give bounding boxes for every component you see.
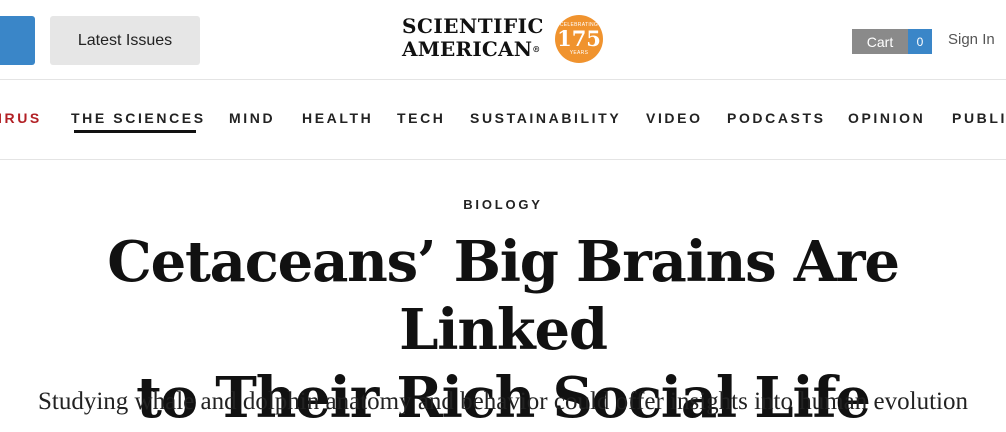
sign-in-link[interactable]: Sign In bbox=[948, 31, 995, 48]
logo-line-2: AMERICAN® bbox=[402, 37, 541, 61]
nav-item-mind[interactable]: MIND bbox=[229, 110, 275, 126]
menu-button[interactable] bbox=[0, 16, 35, 65]
latest-issues-button[interactable]: Latest Issues bbox=[50, 16, 200, 65]
headline-line-1: Cetaceans’ Big Brains Are Linked bbox=[107, 229, 900, 363]
nav-item-the-sciences[interactable]: THE SCIENCES bbox=[71, 110, 206, 126]
article-dek: Studying whale and dolphin anatomy and b… bbox=[38, 388, 968, 415]
nav-item-publishing[interactable]: PUBLI bbox=[952, 110, 1006, 126]
section-nav: IRUS THE SCIENCES MIND HEALTH TECH SUSTA… bbox=[0, 80, 1006, 160]
nav-item-podcasts[interactable]: PODCASTS bbox=[727, 110, 826, 126]
cart-count-badge: 0 bbox=[908, 29, 932, 54]
nav-item-video[interactable]: VIDEO bbox=[646, 110, 703, 126]
site-logo[interactable]: SCIENTIFIC AMERICAN® CELEBRATING 175 YEA… bbox=[402, 15, 607, 67]
logo-wordmark: SCIENTIFIC AMERICAN® bbox=[402, 15, 544, 61]
nav-item-health[interactable]: HEALTH bbox=[302, 110, 373, 126]
nav-item-opinion[interactable]: OPINION bbox=[848, 110, 925, 126]
cart-button[interactable]: Cart 0 bbox=[852, 29, 932, 54]
nav-item-coronavirus[interactable]: IRUS bbox=[0, 110, 42, 126]
nav-item-tech[interactable]: TECH bbox=[397, 110, 446, 126]
article-category[interactable]: BIOLOGY bbox=[0, 197, 1006, 212]
site-header: Latest Issues SCIENTIFIC AMERICAN® CELEB… bbox=[0, 0, 1006, 80]
badge-bottom-text: YEARS bbox=[569, 50, 589, 56]
active-nav-underline bbox=[74, 130, 196, 133]
cart-label: Cart bbox=[852, 29, 908, 54]
nav-item-sustainability[interactable]: SUSTAINABILITY bbox=[470, 110, 621, 126]
anniversary-badge: CELEBRATING 175 YEARS bbox=[555, 15, 603, 63]
badge-number: 175 bbox=[557, 26, 601, 51]
logo-line-1: SCIENTIFIC bbox=[402, 14, 544, 38]
